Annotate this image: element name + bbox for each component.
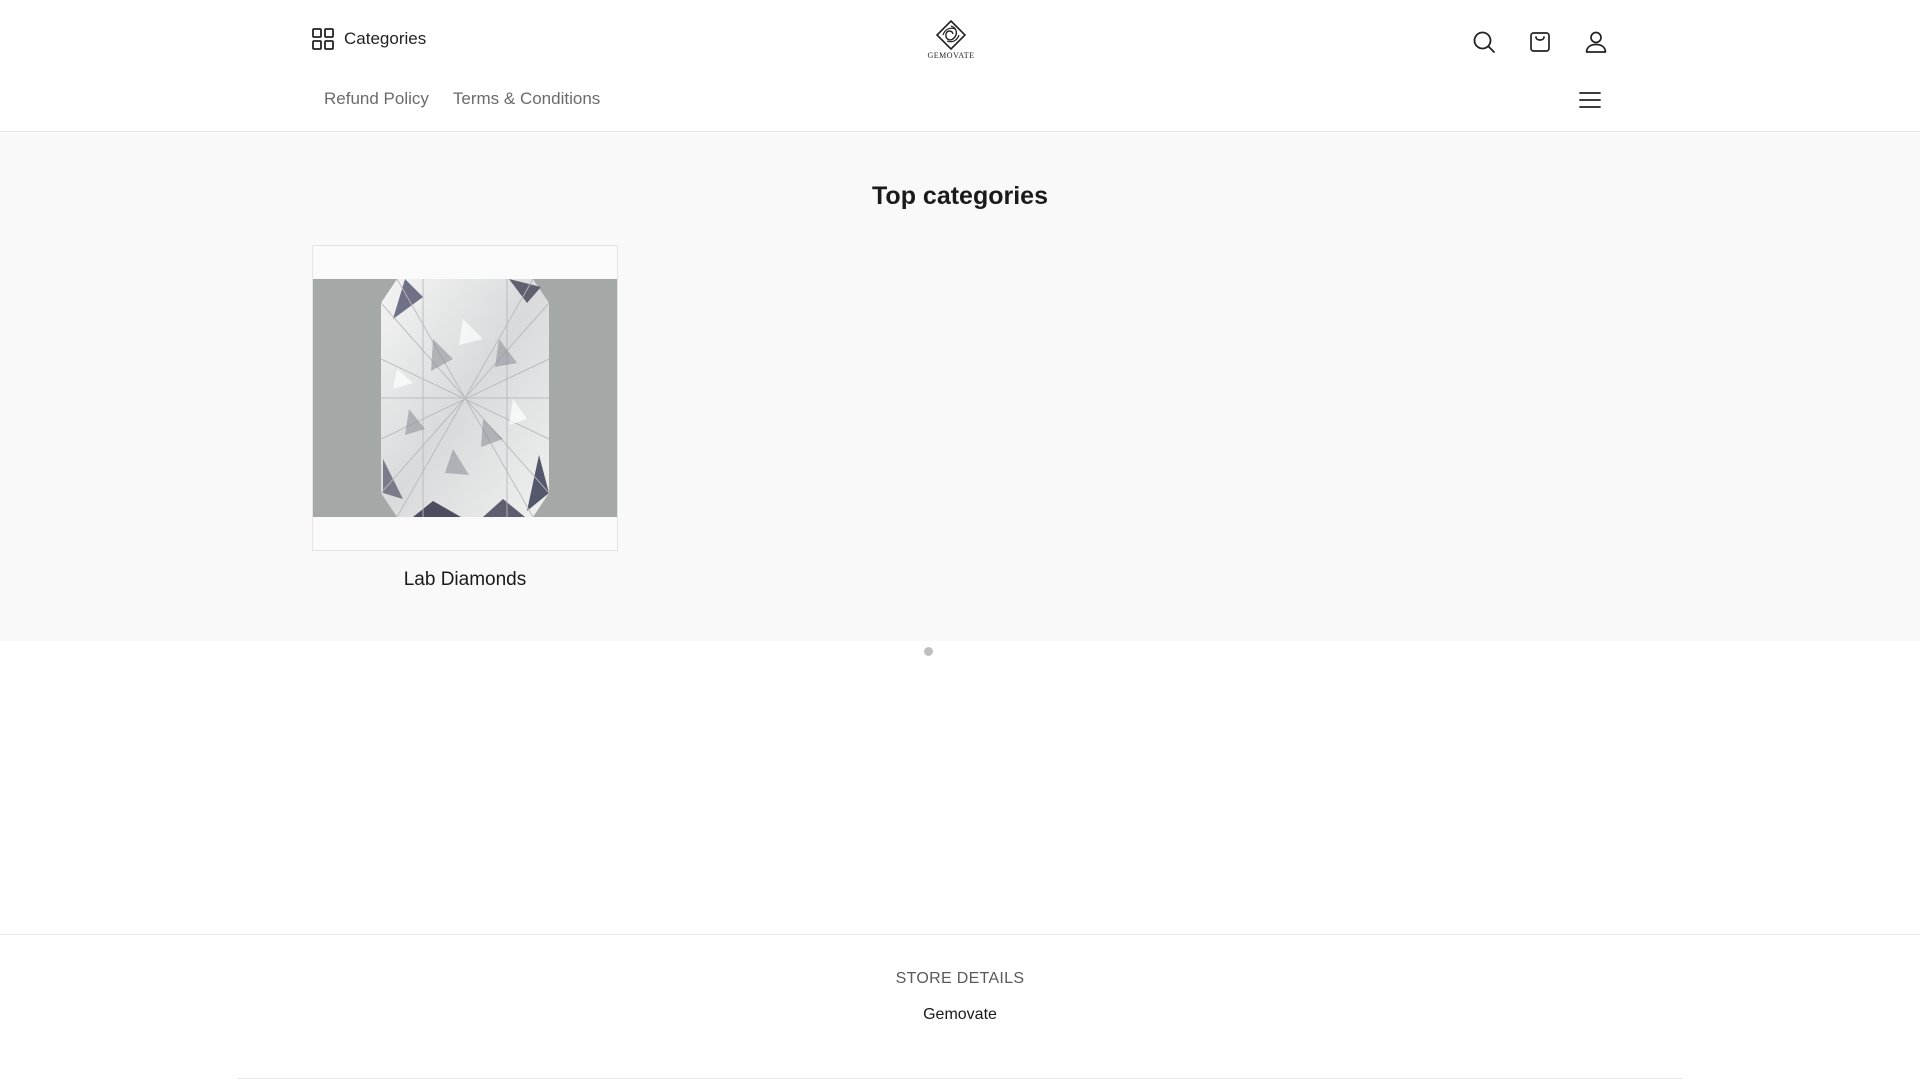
menu-button[interactable] xyxy=(1576,86,1604,114)
logo-emblem-icon xyxy=(936,20,966,50)
top-categories-section: Top categories Lab Diamonds xyxy=(0,133,1920,641)
secondary-nav: Refund Policy Terms & Conditions xyxy=(324,89,600,109)
search-icon xyxy=(1473,31,1495,53)
footer-bottom-divider xyxy=(238,1078,1682,1079)
cart-icon xyxy=(1530,32,1550,52)
menu-icon xyxy=(1579,92,1601,108)
diamond-image xyxy=(313,279,617,517)
footer-divider xyxy=(0,934,1920,935)
cart-button[interactable] xyxy=(1526,28,1554,56)
store-name: Gemovate xyxy=(923,1006,997,1023)
grid-icon xyxy=(312,28,334,50)
category-image-frame[interactable] xyxy=(312,245,618,551)
site-header: Categories GEMOVATE Refund Policy Terms … xyxy=(0,0,1920,132)
categories-button[interactable]: Categories xyxy=(312,28,426,50)
categories-label: Categories xyxy=(344,29,427,48)
account-button[interactable] xyxy=(1582,28,1610,56)
store-logo[interactable]: GEMOVATE xyxy=(928,20,974,62)
category-label[interactable]: Lab Diamonds xyxy=(312,569,618,591)
diamond-illustration xyxy=(313,279,617,517)
store-details-heading: STORE DETAILS xyxy=(895,970,1025,987)
section-title: Top categories xyxy=(872,182,1048,210)
carousel-dot[interactable] xyxy=(924,647,933,656)
nav-link-terms-conditions[interactable]: Terms & Conditions xyxy=(453,89,600,109)
category-card-lab-diamonds[interactable]: Lab Diamonds xyxy=(312,245,618,591)
nav-link-refund-policy[interactable]: Refund Policy xyxy=(324,89,429,109)
logo-wordmark: GEMOVATE xyxy=(927,51,975,60)
search-button[interactable] xyxy=(1470,28,1498,56)
account-icon xyxy=(1585,31,1607,53)
